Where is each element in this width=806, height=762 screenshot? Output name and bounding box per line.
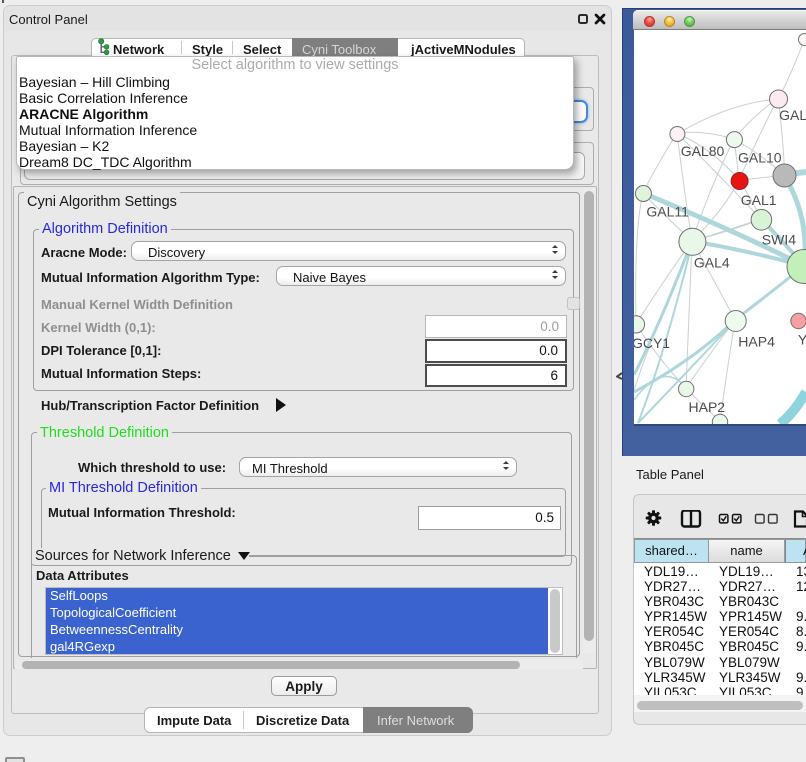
- svg-text:HAP2: HAP2: [689, 399, 726, 415]
- svg-text:SWI4: SWI4: [762, 232, 796, 248]
- svg-text:HAP4: HAP4: [738, 333, 775, 349]
- svg-text:GAL1: GAL1: [741, 192, 777, 208]
- svg-text:GAL11: GAL11: [646, 204, 689, 220]
- svg-text:GAL10: GAL10: [738, 150, 782, 166]
- svg-text:GAL4: GAL4: [694, 254, 730, 270]
- svg-text:GCY1: GCY1: [634, 335, 670, 351]
- svg-text:GAL80: GAL80: [681, 143, 725, 159]
- svg-text:Y: Y: [798, 332, 806, 348]
- svg-text:GAL7: GAL7: [779, 107, 806, 123]
